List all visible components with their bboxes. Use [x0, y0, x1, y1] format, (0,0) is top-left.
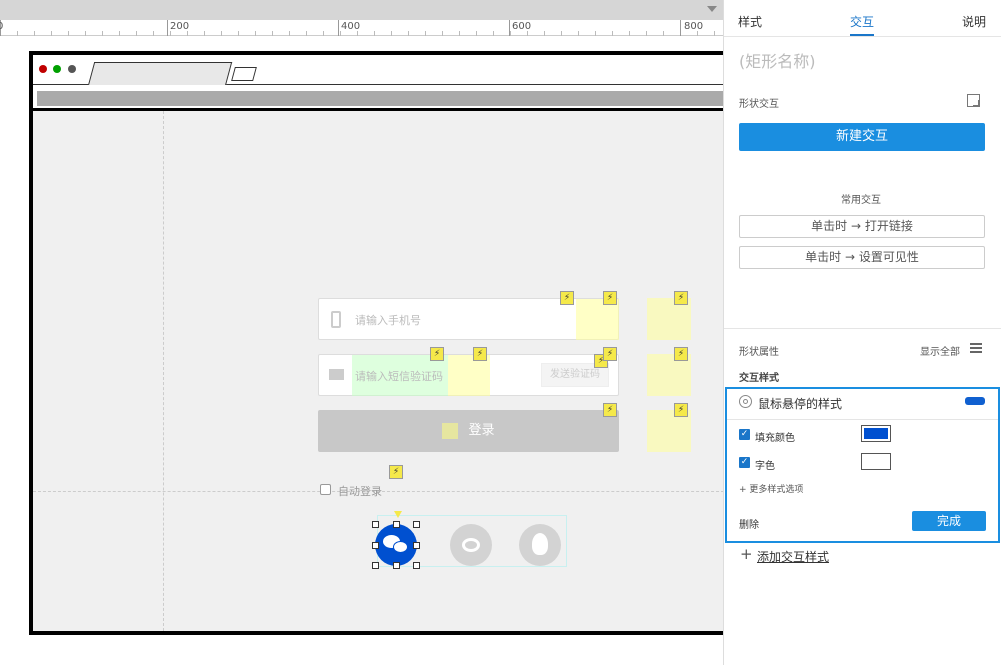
- ruler-ticks: [0, 20, 723, 36]
- close-dot-icon: [39, 65, 47, 73]
- browser-titlebar: [33, 55, 723, 86]
- menu-icon[interactable]: [970, 343, 982, 353]
- wechat-icon[interactable]: [375, 524, 417, 566]
- more-style-options-link[interactable]: + 更多样式选项: [739, 482, 803, 495]
- interaction-style-label: 交互样式: [739, 373, 779, 384]
- tab-style[interactable]: 样式: [738, 13, 762, 30]
- interaction-highlight: [448, 355, 490, 396]
- mail-icon: [329, 369, 344, 380]
- phone-placeholder: 请输入手机号: [355, 314, 421, 327]
- chevron-down-icon[interactable]: [707, 6, 717, 12]
- plus-icon: +: [740, 545, 753, 563]
- inspector-panel: 样式 交互 说明 (矩形名称) 形状交互 新建交互 常用交互 单击时 → 打开链…: [723, 0, 1001, 665]
- login-label: 登录: [468, 423, 495, 438]
- browser-frame-widget[interactable]: 请输入手机号 ⚡ ⚡ ⚡ 请输入短信验证码 发送验证码 ⚡ ⚡ ⚡ ⚡ ⚡ 登录…: [29, 51, 723, 635]
- tab-notes[interactable]: 说明: [962, 13, 986, 30]
- fill-color-checkbox[interactable]: ✓: [739, 429, 750, 440]
- weibo-icon[interactable]: [450, 524, 492, 566]
- browser-page: 请输入手机号 ⚡ ⚡ ⚡ 请输入短信验证码 发送验证码 ⚡ ⚡ ⚡ ⚡ ⚡ 登录…: [33, 111, 723, 631]
- lightning-icon[interactable]: ⚡: [473, 347, 487, 361]
- target-icon: [739, 395, 752, 408]
- inspector-tabs: 样式 交互 说明: [724, 0, 1001, 37]
- shape-interaction-label: 形状交互: [739, 99, 779, 110]
- show-all-link[interactable]: 显示全部: [920, 343, 960, 358]
- ruler-label: 0: [0, 21, 4, 32]
- auto-login-label: 自动登录: [338, 485, 382, 498]
- horizontal-ruler: 0 200 400 600 800: [0, 0, 723, 36]
- design-canvas[interactable]: 0 200 400 600 800 请输入手机号 ⚡ ⚡ ⚡ 请输入短信验证码 …: [0, 0, 723, 665]
- add-interaction-style-link[interactable]: 添加交互样式: [757, 548, 829, 565]
- phone-icon: [331, 311, 341, 328]
- browser-tab: [87, 62, 233, 86]
- new-interaction-button[interactable]: 新建交互: [739, 123, 985, 151]
- text-color-swatch[interactable]: [861, 453, 891, 470]
- common-interactions-label: 常用交互: [841, 195, 881, 206]
- lightning-icon[interactable]: ⚡: [603, 347, 617, 361]
- sms-placeholder: 请输入短信验证码: [355, 370, 443, 383]
- delete-style-link[interactable]: 删除: [739, 516, 759, 531]
- ruler-label: 800: [684, 21, 704, 32]
- done-button[interactable]: 完成: [912, 511, 986, 531]
- fill-color-swatch[interactable]: [861, 425, 891, 442]
- auto-login-checkbox[interactable]: [320, 484, 331, 495]
- lightning-icon[interactable]: ⚡: [603, 291, 617, 305]
- hover-style-title: 鼠标悬停的样式: [758, 397, 843, 411]
- address-field: [37, 91, 723, 106]
- canvas-toolbar-strip: [0, 0, 723, 20]
- lightning-icon[interactable]: ⚡: [603, 403, 617, 417]
- minimize-dot-icon: [68, 65, 76, 73]
- fill-color-label: 填充颜色: [755, 433, 795, 444]
- lightning-icon[interactable]: ⚡: [674, 347, 688, 361]
- lightning-icon[interactable]: ⚡: [430, 347, 444, 361]
- lightning-icon[interactable]: ⚡: [389, 465, 403, 479]
- shape-name-field[interactable]: (矩形名称): [739, 48, 816, 72]
- lightning-icon[interactable]: ⚡: [560, 291, 574, 305]
- ruler-label: 400: [341, 21, 361, 32]
- lightning-icon[interactable]: ⚡: [674, 403, 688, 417]
- guide-vertical: [163, 111, 164, 631]
- sms-code-input[interactable]: 请输入短信验证码 发送验证码: [318, 354, 619, 396]
- shape-props-label: 形状属性: [739, 347, 779, 358]
- hover-style-editor: 鼠标悬停的样式 ✓ 填充颜色 ✓ 字色 + 更多样式选项 删除 完成: [725, 387, 1000, 543]
- new-tab-icon: [231, 67, 257, 81]
- text-color-checkbox[interactable]: ✓: [739, 457, 750, 468]
- ruler-label: 200: [170, 21, 190, 32]
- lightning-icon[interactable]: ⚡: [674, 291, 688, 305]
- ruler-label: 600: [512, 21, 532, 32]
- expand-interactions-icon[interactable]: [967, 94, 980, 107]
- qq-icon[interactable]: [519, 524, 561, 566]
- login-button[interactable]: 登录: [318, 410, 619, 452]
- interaction-highlight: [442, 422, 459, 439]
- style-color-indicator: [965, 397, 985, 405]
- click-set-visibility-button[interactable]: 单击时 → 设置可见性: [739, 246, 985, 269]
- click-open-link-button[interactable]: 单击时 → 打开链接: [739, 215, 985, 238]
- browser-address-bar: [33, 85, 723, 111]
- maximize-dot-icon: [53, 65, 61, 73]
- rotate-handle-icon[interactable]: [394, 511, 402, 518]
- tab-interaction[interactable]: 交互: [850, 13, 875, 36]
- interaction-highlight: [576, 299, 619, 340]
- text-color-label: 字色: [755, 461, 775, 472]
